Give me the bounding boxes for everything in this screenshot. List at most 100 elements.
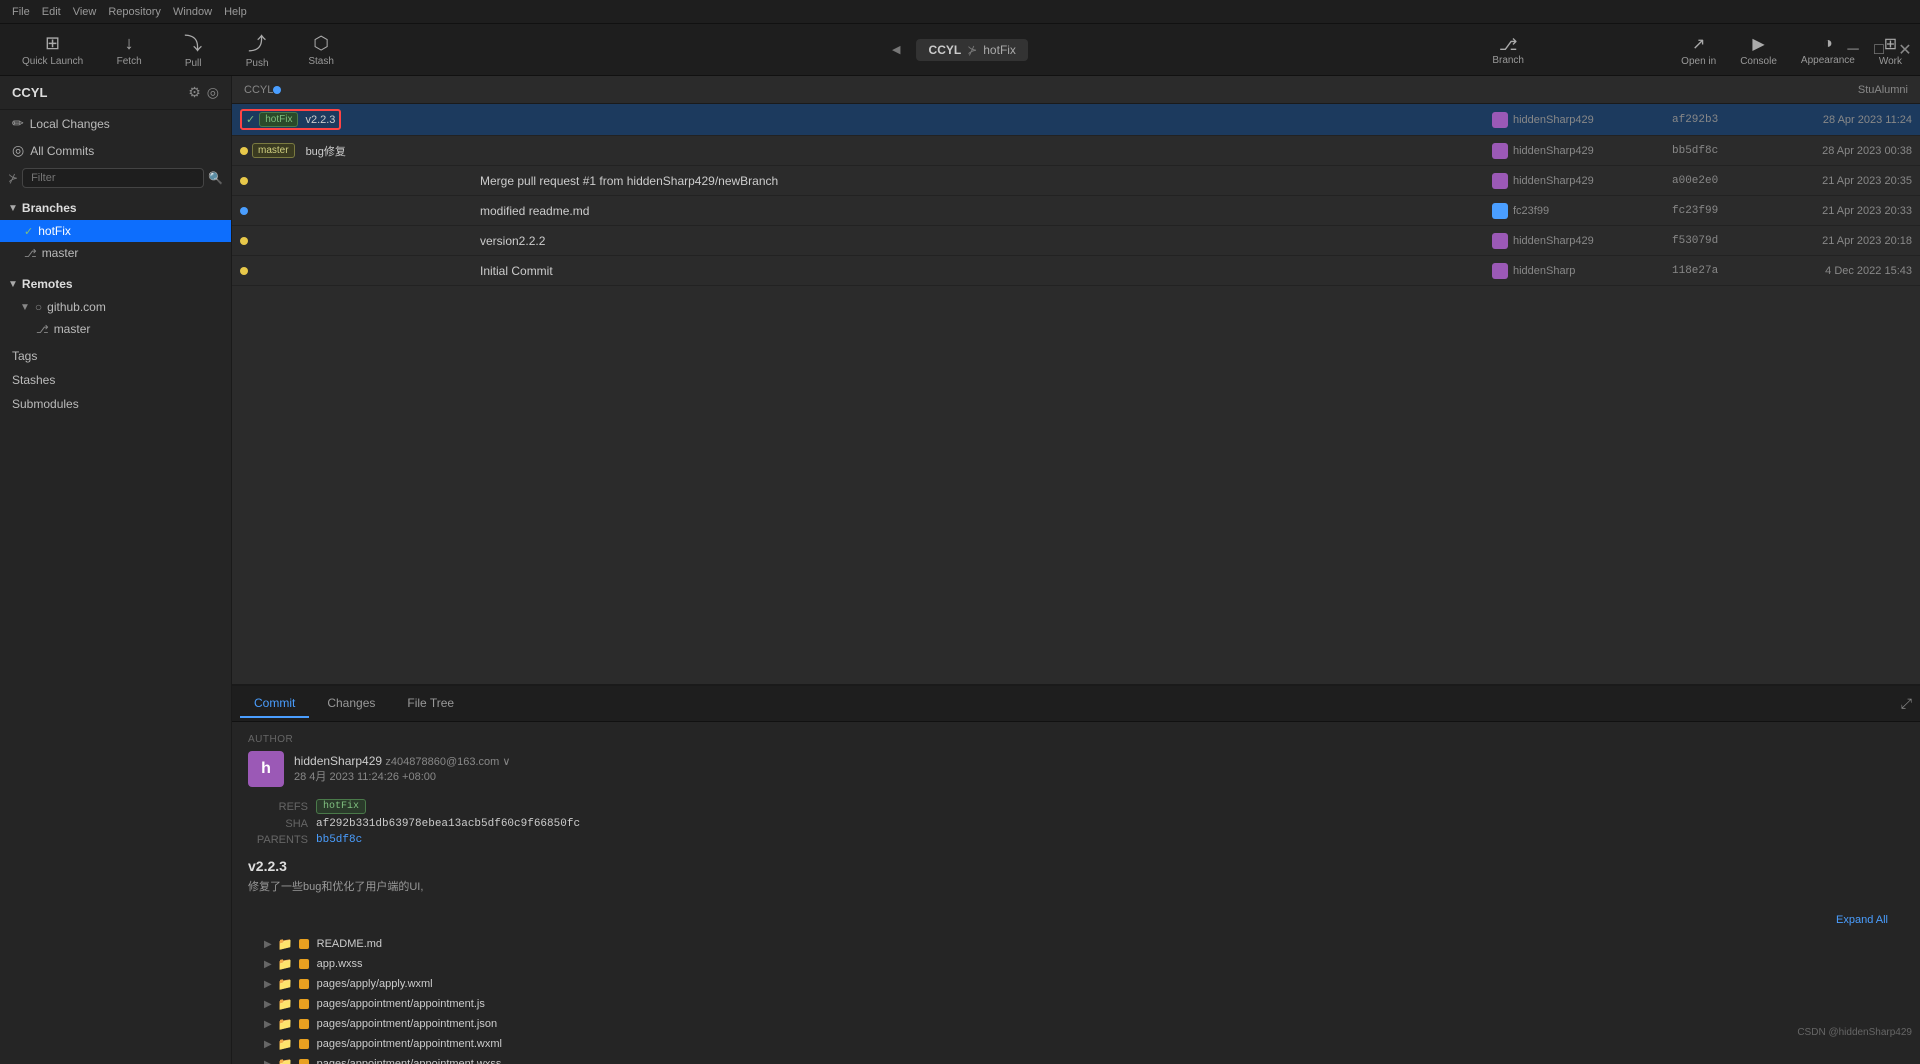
remote-github-label: github.com [47, 300, 106, 314]
menu-items: File Edit ViewRepository Window Help [8, 6, 251, 18]
file-row-0[interactable]: ▶ 📁 README.md [248, 934, 1904, 954]
commit-desc-1: bug修复 [306, 143, 346, 159]
repo-name-row: CCYL ⚙ ◎ [0, 76, 231, 110]
file-name-4: pages/appointment/appointment.json [317, 1018, 497, 1030]
menu-item-help[interactable]: Help [220, 6, 251, 18]
file-folder-icon-5: 📁 [278, 1037, 293, 1051]
tab-file-tree[interactable]: File Tree [393, 690, 468, 718]
sidebar-item-stashes[interactable]: Stashes [0, 368, 231, 392]
expand-details-button[interactable]: ⤢ [1901, 695, 1912, 712]
local-changes-icon: ✏ [12, 115, 24, 132]
file-row-4[interactable]: ▶ 📁 pages/appointment/appointment.json [248, 1014, 1904, 1034]
tab-commit[interactable]: Commit [240, 690, 309, 718]
stash-icon: ⬡ [313, 33, 329, 54]
status-bar: CSDN @hiddenSharp429 [1789, 1025, 1920, 1040]
commit-row-1[interactable]: master bug修复 hiddenSharp429 bb5df8c 28 A… [232, 136, 1920, 166]
file-chevron-3: ▶ [264, 999, 272, 1010]
commit-message-title: v2.2.3 [248, 858, 1904, 874]
quick-launch-label: Quick Launch [22, 56, 83, 67]
commit-row-0[interactable]: ✓ hotFix v2.2.3 hiddenSharp429 af292b3 2… [232, 104, 1920, 136]
commit-desc-5: Initial Commit [480, 264, 1492, 278]
remotes-header[interactable]: ▼ Remotes [0, 272, 231, 296]
maximize-button[interactable]: □ [1872, 43, 1886, 57]
commit-row-4[interactable]: version2.2.2 hiddenSharp429 f53079d 21 A… [232, 226, 1920, 256]
menu-item-repository[interactable]: Repository [104, 6, 165, 18]
file-folder-icon-2: 📁 [278, 977, 293, 991]
sidebar-filter-icon[interactable]: ◎ [207, 84, 219, 101]
author-name: hiddenSharp429 z404878860@163.com ∨ [294, 754, 510, 768]
quick-launch-button[interactable]: ⊞ Quick Launch [10, 29, 95, 71]
file-chevron-6: ▶ [264, 1059, 272, 1064]
branches-section: ▼ Branches ✓ hotFix ⎇ master [0, 192, 231, 268]
branches-label: Branches [22, 201, 77, 215]
branch-master[interactable]: ⎇ master [0, 242, 231, 264]
commit-date-5: 4 Dec 2022 15:43 [1752, 265, 1912, 277]
search-icon[interactable]: 🔍 [208, 171, 223, 185]
commit-graph-5 [240, 267, 480, 275]
stash-button[interactable]: ⬡ Stash [291, 29, 351, 71]
push-icon: ⤴ [248, 30, 266, 56]
content-area: CCYL StuAlumni ✓ hotFix v2.2.3 hiddenSha… [232, 76, 1920, 1064]
minimize-button[interactable]: ─ [1846, 43, 1860, 57]
remote-globe-icon: ○ [35, 300, 42, 314]
sidebar-item-local-changes[interactable]: ✏ Local Changes [0, 110, 231, 137]
commit-sha-1: bb5df8c [1672, 145, 1752, 157]
sidebar-item-tags[interactable]: Tags [0, 344, 231, 368]
repo-header-left: CCYL [244, 84, 273, 96]
commit-row-2[interactable]: Merge pull request #1 from hiddenSharp42… [232, 166, 1920, 196]
file-chevron-5: ▶ [264, 1039, 272, 1050]
pull-button[interactable]: ⤵ Pull [163, 26, 223, 73]
sidebar-item-submodules[interactable]: Submodules [0, 392, 231, 416]
sidebar: CCYL ⚙ ◎ ✏ Local Changes ◎ All Commits ⊁… [0, 76, 232, 1064]
sidebar-settings-icon[interactable]: ⚙ [188, 84, 201, 101]
commit-graph-1: master bug修复 [240, 143, 480, 159]
menu-item-edit[interactable]: Edit [38, 6, 65, 18]
file-folder-icon-1: 📁 [278, 957, 293, 971]
repo-tab[interactable]: CCYL ⊁ hotFix [917, 39, 1028, 61]
remote-master[interactable]: ⎇ master [0, 318, 231, 340]
close-button[interactable]: ✕ [1898, 43, 1912, 57]
commit-graph-3 [240, 207, 480, 215]
file-row-5[interactable]: ▶ 📁 pages/appointment/appointment.wxml [248, 1034, 1904, 1054]
dot-indicator [273, 86, 281, 94]
tab-changes[interactable]: Changes [313, 690, 389, 718]
menu-item-view[interactable]: View [69, 6, 101, 18]
commit-sha-5: 118e27a [1672, 265, 1752, 277]
fetch-button[interactable]: ↓ Fetch [99, 29, 159, 71]
author-row: h hiddenSharp429 z404878860@163.com ∨ 28… [248, 751, 1904, 787]
open-in-button[interactable]: ↗ Open in [1671, 30, 1726, 71]
branches-header[interactable]: ▼ Branches [0, 196, 231, 220]
menu-item-file[interactable]: File [8, 6, 34, 18]
filter-input[interactable] [22, 168, 204, 188]
push-label: Push [246, 58, 269, 69]
console-button[interactable]: ▶ Console [1730, 30, 1787, 71]
details-tabs: Commit Changes File Tree ⤢ [232, 686, 1920, 722]
commit-row-3[interactable]: modified readme.md fc23f99 fc23f99 21 Ap… [232, 196, 1920, 226]
push-button[interactable]: ⤴ Push [227, 26, 287, 73]
sidebar-item-all-commits[interactable]: ◎ All Commits [0, 137, 231, 164]
sha-value: af292b331db63978ebea13acb5df60c9f66850fc [316, 818, 580, 830]
commit-sha-3: fc23f99 [1672, 205, 1752, 217]
quick-launch-icon: ⊞ [45, 33, 60, 54]
file-row-2[interactable]: ▶ 📁 pages/apply/apply.wxml [248, 974, 1904, 994]
status-label: CSDN @hiddenSharp429 [1797, 1027, 1912, 1038]
console-label: Console [1740, 56, 1777, 67]
expand-all-button[interactable]: Expand All [1836, 914, 1888, 926]
author-section-label: AUTHOR [248, 734, 1904, 745]
remotes-label: Remotes [22, 277, 73, 291]
commit-date-1: 28 Apr 2023 00:38 [1752, 145, 1912, 157]
menu-item-window[interactable]: Window [169, 6, 216, 18]
file-folder-icon-0: 📁 [278, 937, 293, 951]
sidebar-filter-area: ⊁ 🔍 [0, 164, 231, 192]
branch-hotfix[interactable]: ✓ hotFix [0, 220, 231, 242]
refs-value: hotFix [316, 799, 366, 814]
remote-github[interactable]: ▼ ○ github.com [0, 296, 231, 318]
file-row-1[interactable]: ▶ 📁 app.wxss [248, 954, 1904, 974]
file-row-6[interactable]: ▶ 📁 pages/appointment/appointment.wxss [248, 1054, 1904, 1064]
master-branch-tag: master [252, 143, 295, 158]
commit-author-2: hiddenSharp429 [1492, 173, 1672, 189]
file-row-3[interactable]: ▶ 📁 pages/appointment/appointment.js [248, 994, 1904, 1014]
parents-value[interactable]: bb5df8c [316, 834, 362, 846]
commit-row-5[interactable]: Initial Commit hiddenSharp 118e27a 4 Dec… [232, 256, 1920, 286]
commit-author-0: hiddenSharp429 [1492, 112, 1672, 128]
